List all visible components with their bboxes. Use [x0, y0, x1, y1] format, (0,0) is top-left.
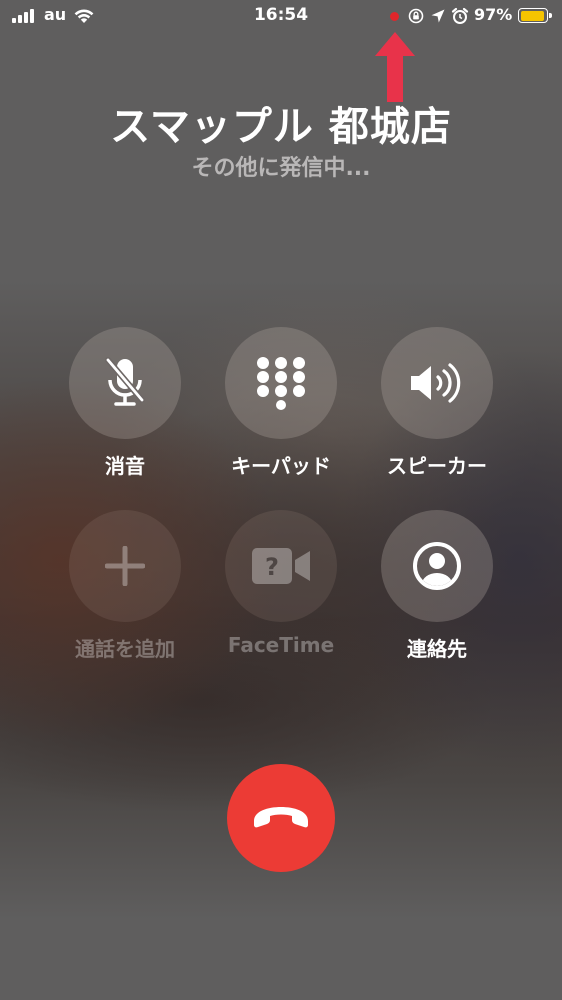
add-call-button[interactable] [69, 510, 181, 622]
contact-icon [413, 542, 461, 590]
end-call-button[interactable] [227, 764, 335, 872]
alarm-clock-icon [451, 7, 469, 24]
svg-text:?: ? [265, 553, 279, 581]
phone-hangup-icon [254, 807, 308, 828]
incoming-call-screen: au 16:54 97% スマップル 都城店 その他に発信中... 消音 キーパ… [0, 0, 562, 1000]
battery-percentage: 97% [474, 5, 513, 24]
facetime-button[interactable]: ? [225, 510, 337, 622]
call-status-text: その他に発信中... [191, 156, 371, 181]
up-arrow-icon [375, 32, 415, 102]
mute-label: 消音 [105, 454, 145, 478]
status-bar: au 16:54 97% [0, 0, 562, 34]
battery-icon [518, 8, 552, 23]
speaker-icon [411, 363, 461, 403]
plus-icon [105, 546, 145, 586]
contacts-label: 連絡先 [407, 637, 467, 661]
speaker-button[interactable] [381, 327, 493, 439]
contacts-button[interactable] [381, 510, 493, 622]
microphone-muted-icon [105, 357, 145, 406]
facetime-icon: ? [252, 548, 310, 584]
add-call-label: 通話を追加 [75, 637, 175, 661]
keypad-label: キーパッド [231, 454, 331, 478]
orientation-lock-icon [408, 8, 424, 24]
contact-name: スマップル 都城店 [110, 104, 452, 150]
speaker-label: スピーカー [387, 454, 487, 478]
keypad-icon [257, 357, 305, 410]
facetime-label: FaceTime [227, 633, 335, 657]
keypad-button[interactable] [225, 327, 337, 439]
location-arrow-icon [431, 9, 445, 23]
recording-indicator-dot [390, 12, 399, 21]
mute-button[interactable] [69, 327, 181, 439]
